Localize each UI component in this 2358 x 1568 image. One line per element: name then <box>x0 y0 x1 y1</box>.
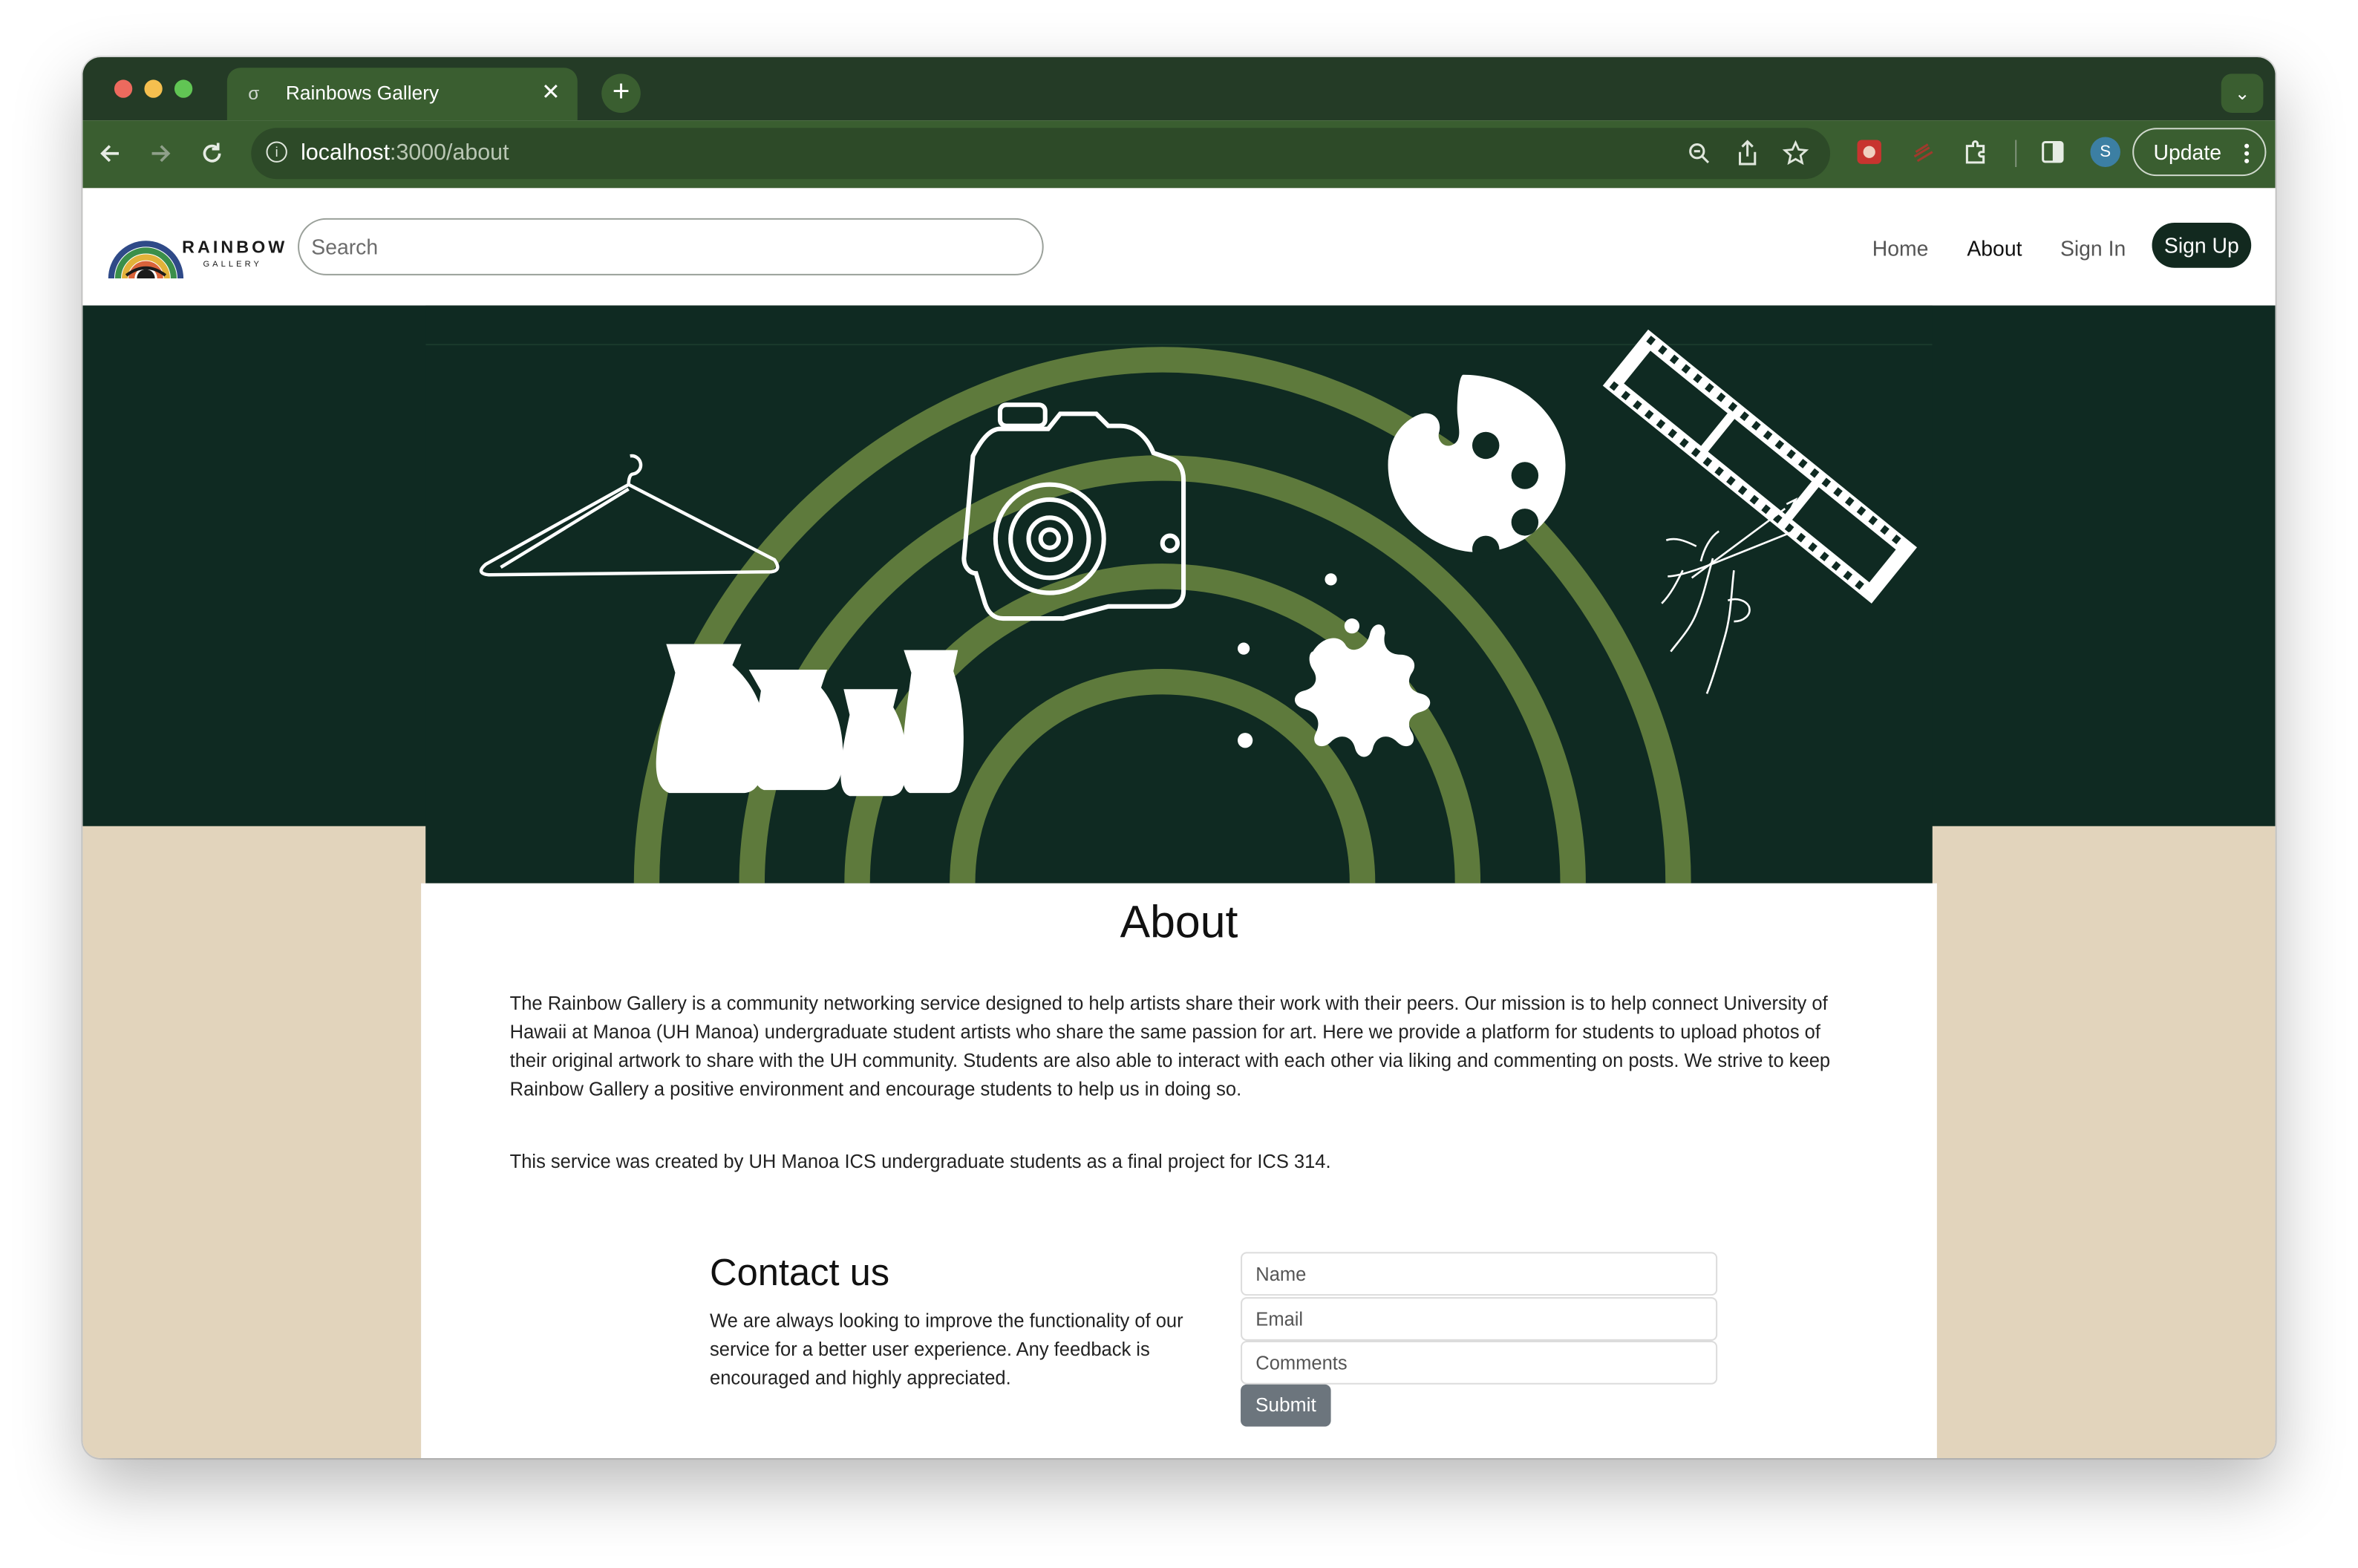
nav-link-sign-in[interactable]: Sign In <box>2060 236 2126 260</box>
about-paragraph: The Rainbow Gallery is a community netwo… <box>509 993 1831 1100</box>
tab-title: Rainbows Gallery <box>285 81 440 104</box>
site-info-icon[interactable]: i <box>266 141 287 163</box>
toolbar-divider <box>2015 140 2017 167</box>
browser-window: σ Rainbows Gallery ✕ + ⌄ i localhost:300… <box>82 57 2276 1459</box>
drawing-hand-icon <box>1661 497 1798 694</box>
reload-icon[interactable] <box>200 142 223 166</box>
extension-striped-icon[interactable] <box>1911 142 1935 166</box>
about-credit-paragraph: This service was created by UH Manoa ICS… <box>509 1151 1331 1172</box>
maximize-window-button[interactable] <box>174 79 193 98</box>
extension-red-icon[interactable] <box>1855 138 1882 165</box>
share-icon[interactable] <box>1735 140 1759 166</box>
sidebar-icon[interactable] <box>2041 140 2065 163</box>
tab-close-icon[interactable]: ✕ <box>541 78 560 105</box>
contact-title: Contact us <box>710 1252 890 1295</box>
nav-link-home[interactable]: Home <box>1872 236 1929 260</box>
logo-text: RAINBOW <box>182 239 288 258</box>
tab-favicon-icon: σ <box>248 82 260 104</box>
hanger-icon <box>479 454 780 577</box>
logo-subtext: GALLERY <box>203 260 263 270</box>
search-input[interactable] <box>298 218 1044 275</box>
rainbow-gallery-logo[interactable]: RAINBOW GALLERY <box>107 212 287 284</box>
palette-icon <box>1388 374 1566 552</box>
contact-email-field[interactable] <box>1241 1297 1718 1341</box>
update-button[interactable]: Update <box>2132 128 2267 177</box>
profile-avatar[interactable]: S <box>2090 137 2120 167</box>
tab-rainbows-gallery[interactable]: σ Rainbows Gallery ✕ <box>226 68 578 121</box>
contact-comments-field[interactable] <box>1241 1340 1718 1385</box>
puzzle-icon[interactable] <box>1962 138 1989 165</box>
bookmark-star-icon[interactable] <box>1782 140 1809 166</box>
site-navbar: RAINBOW GALLERY Home About Sign In Sign … <box>82 188 2276 306</box>
submit-button[interactable]: Submit <box>1241 1384 1331 1427</box>
tab-search-chevron-icon[interactable]: ⌄ <box>2221 74 2264 114</box>
minimize-window-button[interactable] <box>144 79 163 98</box>
contact-name-field[interactable] <box>1241 1252 1718 1296</box>
hero-banner <box>425 305 1933 883</box>
browser-toolbar: i localhost:3000/about S Update <box>82 120 2276 189</box>
about-title: About <box>1120 898 1238 948</box>
new-tab-button[interactable]: + <box>601 74 641 114</box>
hero-illustration <box>425 329 1933 883</box>
sign-up-button[interactable]: Sign Up <box>2152 222 2252 268</box>
rainbow-logo-icon <box>108 241 184 279</box>
address-url[interactable]: localhost:3000/about <box>301 140 509 165</box>
kebab-icon[interactable] <box>2244 143 2250 164</box>
back-icon[interactable] <box>98 142 122 166</box>
tab-strip: σ Rainbows Gallery ✕ + ⌄ <box>82 57 2276 121</box>
film-strip-icon <box>1602 329 1918 604</box>
page-viewport: RAINBOW GALLERY Home About Sign In Sign … <box>82 188 2276 1459</box>
update-label: Update <box>2153 140 2221 164</box>
close-window-button[interactable] <box>114 79 133 98</box>
forward-icon[interactable] <box>149 142 173 166</box>
address-bar[interactable]: i localhost:3000/about <box>251 128 1831 180</box>
zoom-icon[interactable] <box>1688 142 1711 166</box>
nav-link-about[interactable]: About <box>1967 236 2022 260</box>
about-card: About The Rainbow Gallery is a community… <box>421 883 1937 1459</box>
contact-description: We are always looking to improve the fun… <box>710 1310 1183 1389</box>
